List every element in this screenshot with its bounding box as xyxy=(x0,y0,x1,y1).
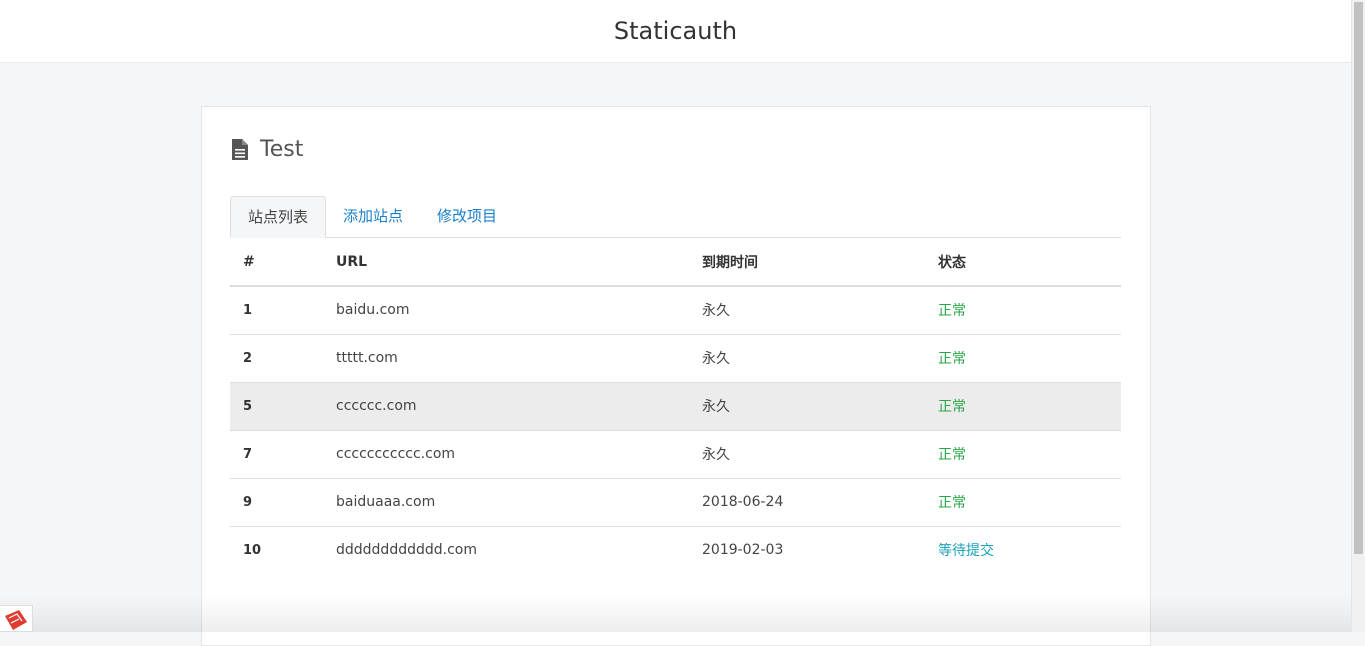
row-expire: 2019-02-03 xyxy=(702,542,784,559)
row-status: 正常 xyxy=(925,382,1121,431)
row-url: baidu.com xyxy=(323,286,689,335)
logo-icon xyxy=(5,610,27,630)
row-status: 等待提交 xyxy=(938,543,994,560)
tab-bar: 站点列表 添加站点 修改项目 xyxy=(230,196,1121,238)
row-url: ttttt.com xyxy=(323,334,689,383)
row-url: cccccc.com xyxy=(323,382,689,431)
corner-logo[interactable] xyxy=(0,605,33,632)
scrollbar-thumb[interactable] xyxy=(1354,2,1363,554)
document-icon xyxy=(232,138,248,160)
row-status: 正常 xyxy=(925,430,1121,479)
table-row[interactable]: 5 cccccc.com 永久 正常 xyxy=(230,382,1121,431)
row-id: 10 xyxy=(243,542,262,558)
panel-title: Test xyxy=(260,137,304,162)
row-url: ccccccccccc.com xyxy=(323,430,689,479)
table-header-row: # URL 到期时间 状态 xyxy=(230,238,1121,287)
table-row[interactable]: 2 ttttt.com 永久 正常 xyxy=(230,334,1121,383)
top-navbar: Staticauth xyxy=(0,0,1351,63)
row-url: baiduaaa.com xyxy=(323,478,689,527)
project-panel: Test 站点列表 添加站点 修改项目 # URL 到期时间 状态 1 baid… xyxy=(201,106,1151,646)
row-expire: 永久 xyxy=(689,334,925,383)
table-row[interactable]: 9 baiduaaa.com 2018-06-24 正常 xyxy=(230,478,1121,527)
table-row[interactable]: 7 ccccccccccc.com 永久 正常 xyxy=(230,430,1121,479)
row-status: 正常 xyxy=(925,334,1121,383)
tab-edit-project[interactable]: 修改项目 xyxy=(420,196,514,238)
page-scrollbar[interactable] xyxy=(1351,0,1365,632)
column-header-id: # xyxy=(230,238,323,287)
app-title[interactable]: Staticauth xyxy=(614,17,737,45)
row-expire: 永久 xyxy=(689,430,925,479)
row-id: 1 xyxy=(230,286,323,335)
row-id: 2 xyxy=(230,334,323,383)
column-header-expire: 到期时间 xyxy=(689,238,925,287)
table-row[interactable]: 10 dddddddddddd.com 2019-02-03 等待提交 xyxy=(230,526,1121,574)
row-status: 正常 xyxy=(925,478,1121,527)
column-header-status: 状态 xyxy=(925,238,1121,287)
row-expire: 永久 xyxy=(689,382,925,431)
row-expire: 永久 xyxy=(689,286,925,335)
row-expire: 2018-06-24 xyxy=(689,478,925,527)
table-row[interactable]: 1 baidu.com 永久 正常 xyxy=(230,286,1121,335)
row-url: dddddddddddd.com xyxy=(336,542,477,559)
panel-header: Test xyxy=(231,137,303,162)
row-id: 7 xyxy=(230,430,323,479)
tab-site-list[interactable]: 站点列表 xyxy=(230,196,327,238)
row-id: 5 xyxy=(230,382,323,431)
site-table: # URL 到期时间 状态 1 baidu.com 永久 正常 2 ttttt.… xyxy=(230,238,1121,574)
column-header-url: URL xyxy=(323,238,689,287)
row-status: 正常 xyxy=(925,286,1121,335)
row-id: 9 xyxy=(230,478,323,527)
tab-add-site[interactable]: 添加站点 xyxy=(326,196,420,238)
